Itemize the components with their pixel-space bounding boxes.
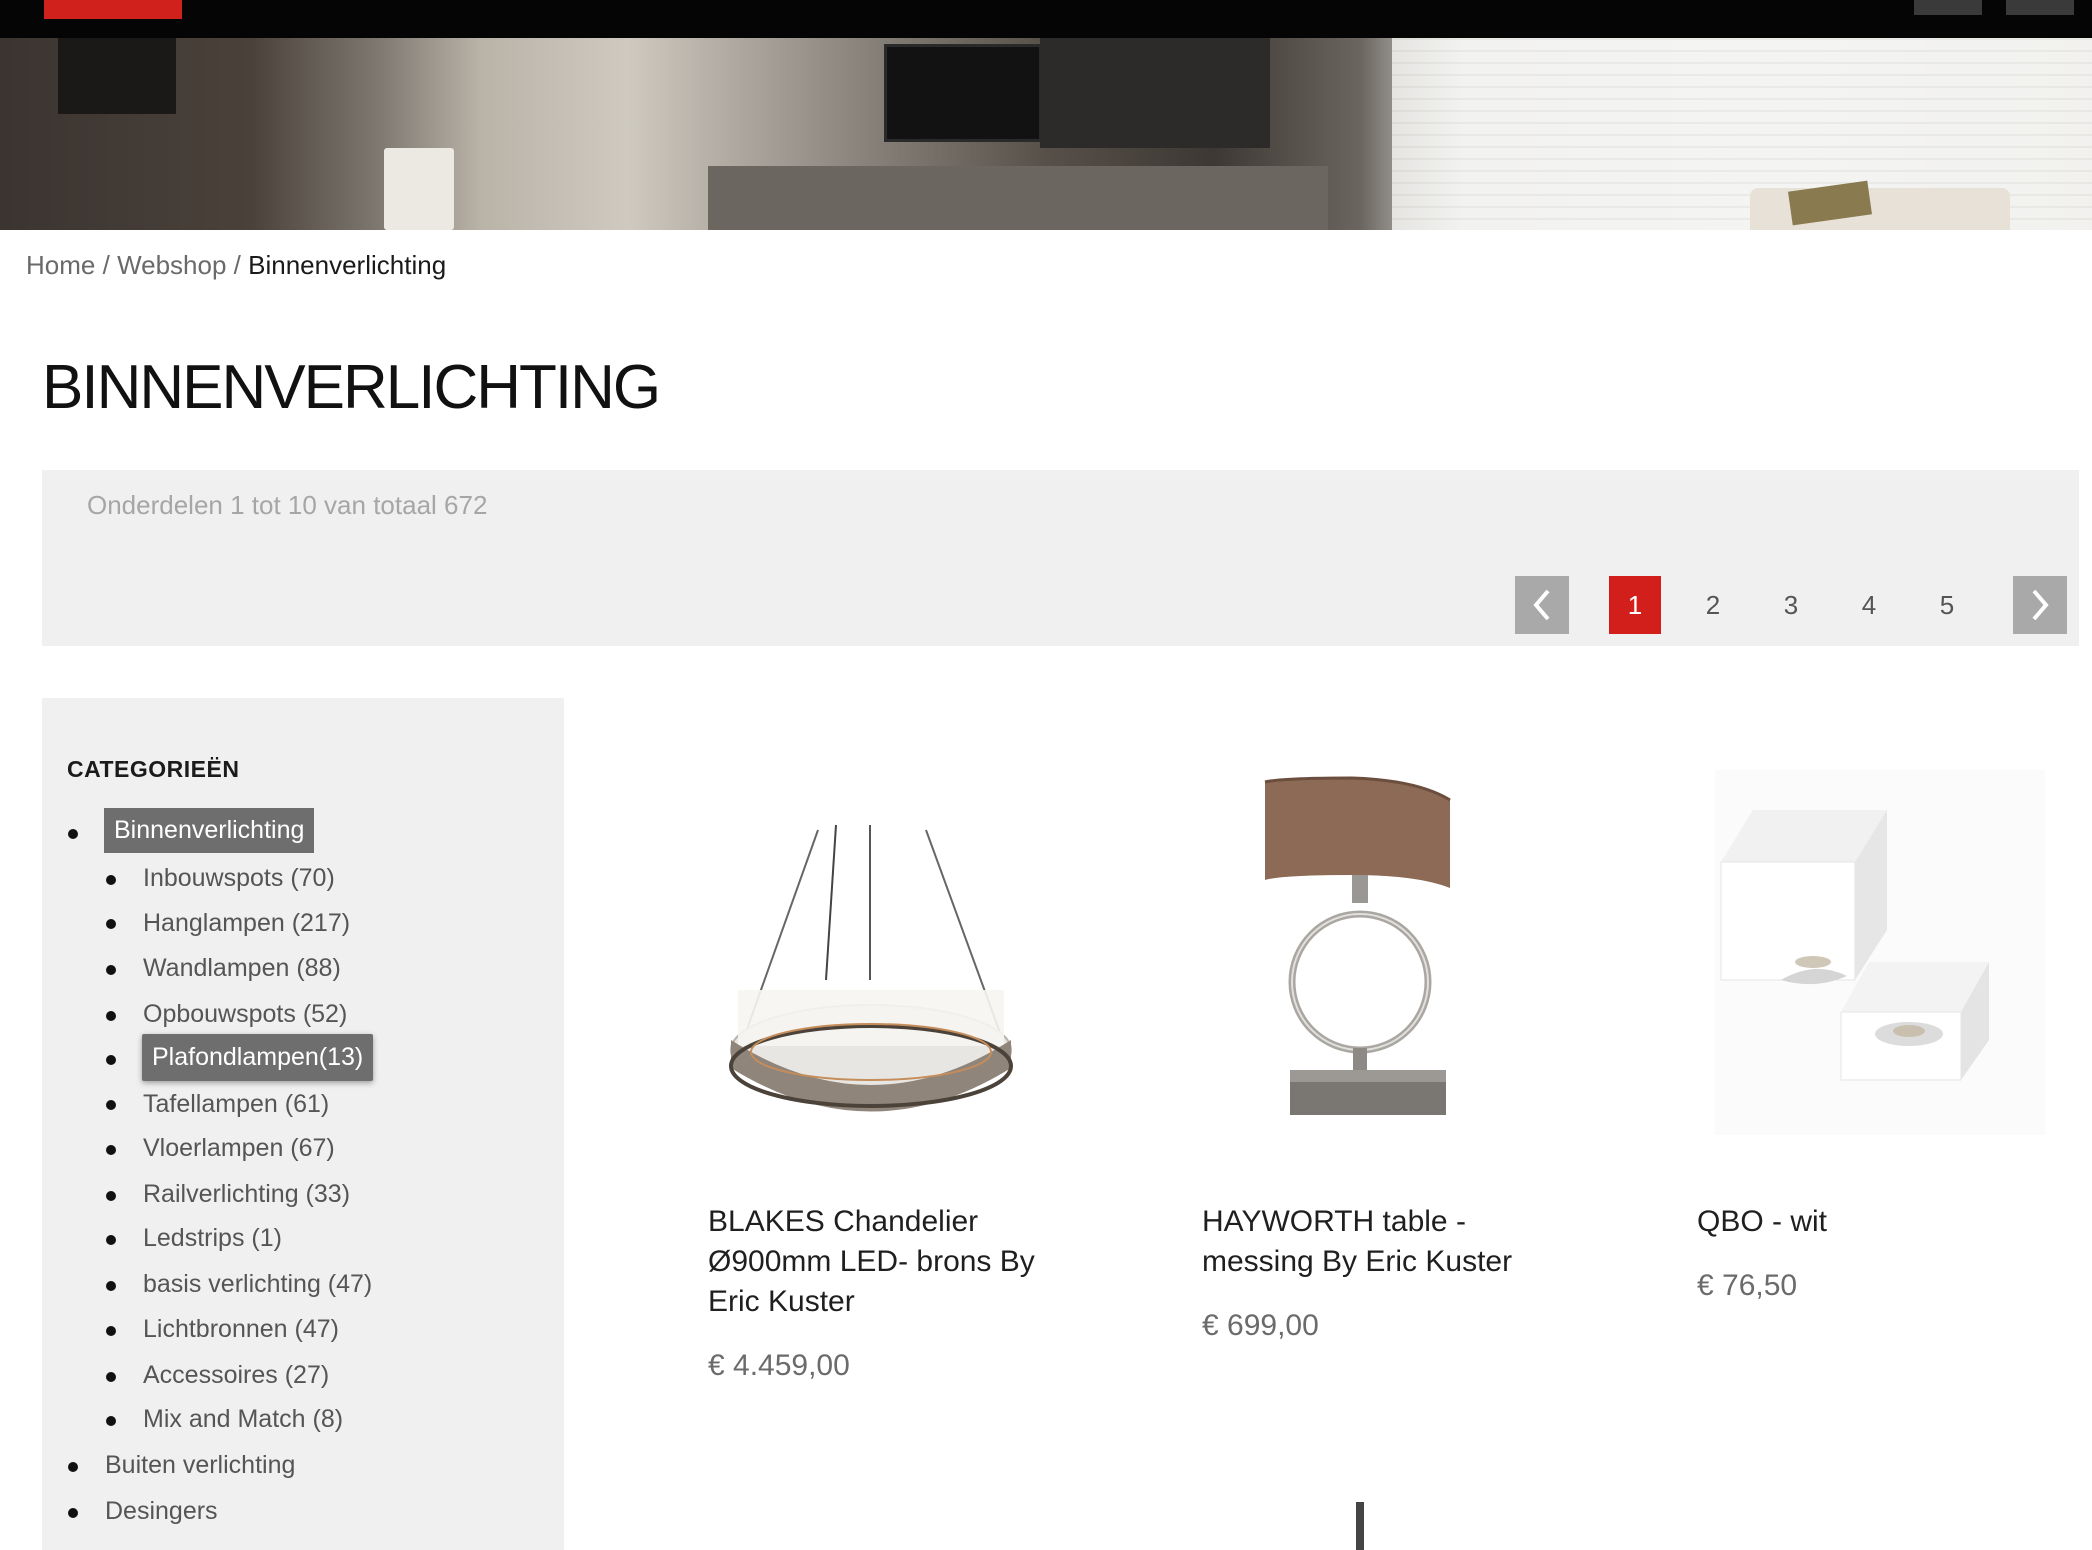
subcategory-item[interactable]: Inbouwspots (70)	[143, 864, 335, 893]
topbar-button[interactable]	[2006, 0, 2074, 15]
product-image-chandelier[interactable]	[708, 750, 1068, 1160]
product-price: € 76,50	[1697, 1269, 1798, 1302]
list-bullet	[106, 1281, 116, 1291]
list-bullet	[106, 1191, 116, 1201]
product-name-line: Ø900mm LED- brons By	[708, 1245, 1035, 1278]
pagination-page-1[interactable]: 1	[1609, 576, 1661, 634]
subcategory-item-hovered[interactable]: Plafondlampen(13)	[142, 1034, 374, 1081]
list-bullet	[68, 1508, 78, 1518]
subcategory-item[interactable]: Lichtbronnen (47)	[143, 1315, 339, 1344]
list-bullet	[106, 965, 116, 975]
breadcrumb: Home / Webshop / Binnenverlichting	[26, 250, 446, 281]
list-bullet	[68, 1462, 78, 1472]
subcategory-hover-chip: Plafondlampen(13)	[142, 1034, 374, 1081]
list-bullet	[106, 1145, 116, 1155]
pagination-page-2[interactable]: 2	[1687, 576, 1739, 634]
subcategory-item[interactable]: Opbouwspots (52)	[143, 1000, 347, 1029]
list-bullet	[106, 1235, 116, 1245]
product-name[interactable]: HAYWORTH table - messing By Eric Kuster	[1202, 1202, 1582, 1282]
breadcrumb-separator: /	[233, 250, 241, 280]
product-price: € 4.459,00	[708, 1349, 850, 1382]
hero-wall-panel	[58, 38, 176, 114]
subcategory-item[interactable]: Hanglampen (217)	[143, 909, 350, 938]
hero-cabinet	[708, 166, 1328, 230]
subcategory-item[interactable]: Mix and Match (8)	[143, 1405, 343, 1434]
brand-accent-bar[interactable]	[44, 0, 182, 19]
list-bullet	[106, 1372, 116, 1382]
list-bullet	[68, 829, 78, 839]
product-name-line: Eric Kuster	[708, 1285, 855, 1318]
subcategory-item[interactable]: Railverlichting (33)	[143, 1180, 350, 1209]
pagination: 1 2 3 4 5	[1515, 576, 2067, 634]
list-bullet	[106, 1326, 116, 1336]
category-item[interactable]: Desingers	[105, 1497, 218, 1526]
breadcrumb-home-link[interactable]: Home	[26, 250, 95, 280]
subcategory-item[interactable]: Vloerlampen (67)	[143, 1134, 335, 1163]
product-name[interactable]: QBO - wit	[1697, 1202, 2077, 1242]
product-name-line: messing By Eric Kuster	[1202, 1245, 1513, 1278]
pagination-page-5[interactable]: 5	[1921, 576, 1973, 634]
list-bullet	[106, 1416, 116, 1426]
list-bullet	[106, 1055, 116, 1065]
subcategory-item[interactable]: Accessoires (27)	[143, 1361, 329, 1390]
product-name-line: QBO - wit	[1697, 1205, 1828, 1238]
subcategory-item[interactable]: Wandlampen (88)	[143, 954, 341, 983]
subcategory-item[interactable]: Ledstrips (1)	[143, 1224, 282, 1253]
product-image-partial[interactable]	[1356, 1502, 1364, 1550]
list-bullet	[106, 919, 116, 929]
category-active-chip: Binnenverlichting	[104, 808, 315, 853]
list-bullet	[106, 1100, 116, 1110]
product-price: € 699,00	[1202, 1309, 1319, 1342]
subcategory-item[interactable]: Tafellampen (61)	[143, 1090, 329, 1119]
breadcrumb-separator: /	[102, 250, 110, 280]
breadcrumb-webshop-link[interactable]: Webshop	[117, 250, 226, 280]
pagination-prev-button[interactable]	[1515, 576, 1569, 634]
list-bullet	[106, 1011, 116, 1021]
page-title: BINNENVERLICHTING	[42, 353, 661, 422]
listing-toolbar: Onderdelen 1 tot 10 van totaal 672 1 2 3…	[42, 470, 2079, 646]
product-name-line: BLAKES Chandelier	[708, 1205, 979, 1238]
pagination-page-4[interactable]: 4	[1843, 576, 1895, 634]
product-name[interactable]: BLAKES Chandelier Ø900mm LED- brons By E…	[708, 1202, 1088, 1322]
hero-tv	[884, 44, 1042, 142]
hero-banner-image	[0, 38, 2092, 230]
top-bar	[0, 0, 2092, 38]
product-name-line: HAYWORTH table -	[1202, 1205, 1466, 1238]
chevron-right-icon	[2032, 589, 2049, 621]
chevron-left-icon	[1533, 589, 1550, 621]
list-bullet	[106, 875, 116, 885]
sidebar-title: CATEGORIEËN	[67, 756, 240, 782]
product-card[interactable]: BLAKES Chandelier Ø900mm LED- brons By E…	[708, 750, 1128, 1410]
pagination-page-3[interactable]: 3	[1765, 576, 1817, 634]
subcategory-item[interactable]: basis verlichting (47)	[143, 1270, 372, 1299]
category-binnenverlichting[interactable]: Binnenverlichting	[104, 808, 315, 853]
item-count-text: Onderdelen 1 tot 10 van totaal 672	[87, 490, 488, 520]
category-item[interactable]: Buiten verlichting	[105, 1451, 295, 1480]
topbar-button[interactable]	[1914, 0, 1982, 15]
product-image-table-lamp[interactable]	[1202, 750, 1562, 1160]
breadcrumb-current: Binnenverlichting	[248, 250, 447, 280]
hero-fireplace	[1040, 38, 1270, 148]
hero-lamp-shade	[384, 148, 454, 230]
pagination-next-button[interactable]	[2013, 576, 2067, 634]
product-card[interactable]: HAYWORTH table - messing By Eric Kuster …	[1202, 750, 1622, 1370]
product-card[interactable]: QBO - wit € 76,50	[1697, 750, 2092, 1310]
category-sidebar: CATEGORIEËN Binnenverlichting Inbouwspot…	[42, 698, 564, 1550]
product-image-ceiling-spot[interactable]	[1697, 750, 2057, 1160]
